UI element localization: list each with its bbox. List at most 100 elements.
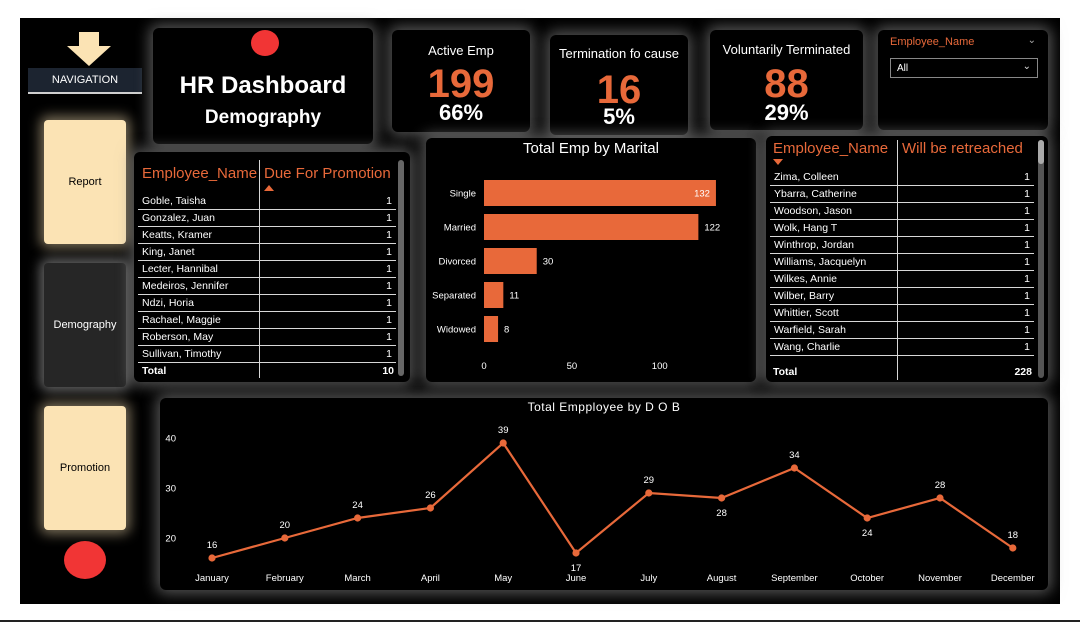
kpi-title: Voluntarily Terminated (722, 42, 851, 57)
retreach-table: Employee_Name Will be retreached Zima, C… (766, 136, 1048, 382)
table-row[interactable]: Gonzalez, Juan 1 (138, 210, 396, 227)
employee-name: Lecter, Hannibal (142, 263, 218, 275)
employee-name: Roberson, May (142, 331, 214, 343)
data-label: 29 (644, 475, 655, 486)
page-title: HR Dashboard (179, 72, 347, 99)
sort-ascending-icon[interactable] (264, 184, 274, 192)
series-line (211, 441, 1014, 560)
table-row[interactable]: Williams, Jacquelyn 1 (770, 254, 1034, 271)
x-tick-label: March (344, 573, 370, 584)
data-label: 132 (694, 189, 710, 200)
dashboard-canvas: NAVIGATION Report Demography Promotion H… (20, 18, 1060, 604)
table-row[interactable]: Rachael, Maggie 1 (138, 312, 396, 329)
employee-name: Whittier, Scott (774, 307, 839, 319)
total-label: Total (773, 366, 798, 378)
sort-descending-icon[interactable] (773, 158, 783, 166)
marital-bar-chart: Single 132 Married 122 Divorced 30 Separated 11… (432, 180, 720, 372)
category-label: Single (450, 189, 476, 200)
employee-name: Zima, Colleen (774, 171, 839, 183)
kpi-percent: 5% (603, 104, 635, 129)
table-row[interactable]: Wolk, Hang T 1 (770, 220, 1034, 237)
employee-name: Williams, Jacquelyn (774, 256, 867, 268)
slicer-dropdown[interactable]: All ⌄ (890, 58, 1038, 78)
category-label: Married (444, 223, 476, 234)
navigation-label: NAVIGATION (28, 68, 142, 94)
data-label: 8 (504, 325, 509, 336)
kpi-percent: 66% (438, 100, 484, 125)
table-row[interactable]: Medeiros, Jennifer 1 (138, 278, 396, 295)
scrollbar-thumb[interactable] (1038, 140, 1044, 164)
category-label: Widowed (437, 325, 476, 336)
column-header[interactable]: Will be retreached (902, 140, 1023, 157)
column-header[interactable]: Due For Promotion (264, 165, 391, 182)
row-value: 1 (1024, 290, 1030, 302)
table-row[interactable]: Lecter, Hannibal 1 (138, 261, 396, 278)
y-tick-label: 20 (165, 534, 176, 545)
status-dot-icon (64, 541, 106, 579)
x-tick-label: December (991, 573, 1035, 584)
slicer-title: Employee_Name (890, 36, 975, 48)
data-point (499, 439, 507, 447)
table-row[interactable]: Roberson, May 1 (138, 329, 396, 346)
table-row[interactable]: Zima, Colleen 1 (770, 169, 1034, 186)
kpi-title: Termination fo cause (559, 46, 679, 61)
nav-report-button[interactable]: Report (44, 120, 126, 244)
row-value: 1 (386, 229, 392, 241)
bar (484, 180, 716, 206)
table-row[interactable]: Wilber, Barry 1 (770, 288, 1034, 305)
kpi-title: Active Emp (428, 43, 494, 58)
employee-name: Woodson, Jason (774, 205, 853, 217)
nav-promotion-button[interactable]: Promotion (44, 406, 126, 530)
table-row[interactable]: Whittier, Scott 1 (770, 305, 1034, 322)
employee-name: Wilber, Barry (774, 290, 835, 302)
table-row[interactable]: Wang, Charlie 1 (770, 339, 1034, 356)
slicer-selected-value: All (897, 63, 909, 74)
table-row[interactable]: Sullivan, Timothy 1 (138, 346, 396, 363)
scrollbar[interactable] (1038, 140, 1044, 378)
row-value: 1 (386, 331, 392, 343)
row-value: 1 (386, 263, 392, 275)
table-row[interactable]: Ybarra, Catherine 1 (770, 186, 1034, 203)
chevron-down-icon[interactable]: ⌄ (1028, 35, 1036, 46)
row-value: 1 (386, 314, 392, 326)
total-value: 10 (382, 365, 394, 377)
table-row[interactable]: Warfield, Sarah 1 (770, 322, 1034, 339)
employee-name: King, Janet (142, 246, 195, 258)
table-row[interactable]: Goble, Taisha 1 (138, 193, 396, 210)
data-point (354, 514, 362, 522)
nav-demography-button[interactable]: Demography (44, 263, 126, 387)
x-tick-label: April (421, 573, 440, 584)
row-value: 1 (1024, 239, 1030, 251)
x-tick-label: November (918, 573, 962, 584)
data-point (208, 554, 216, 562)
data-point (572, 549, 580, 557)
table-row[interactable]: Wilkes, Annie 1 (770, 271, 1034, 288)
arrow-down-icon[interactable] (67, 32, 111, 66)
table-row[interactable]: Ndzi, Horia 1 (138, 295, 396, 312)
employee-name: Wolk, Hang T (774, 222, 838, 234)
data-label: 34 (789, 450, 800, 461)
column-header[interactable]: Employee_Name (773, 140, 888, 157)
promotion-table: Employee_Name Due For Promotion Goble, T… (134, 152, 410, 382)
table-row[interactable]: Keatts, Kramer 1 (138, 227, 396, 244)
category-label: Separated (432, 291, 476, 302)
column-header[interactable]: Employee_Name (142, 165, 257, 182)
scrollbar[interactable] (398, 160, 404, 376)
x-tick-label: 0 (481, 361, 486, 372)
row-value: 1 (386, 280, 392, 292)
x-tick-label: August (707, 573, 737, 584)
marital-chart: Total Emp by Marital Single 132 Married 122… (426, 138, 756, 382)
x-tick-label: January (195, 573, 229, 584)
table-row[interactable]: Winthrop, Jordan 1 (770, 237, 1034, 254)
data-point (936, 494, 944, 502)
employee-name: Sullivan, Timothy (142, 348, 222, 360)
dob-line-chart: 20 30 40 16 January 20 February 24 March 26 April 3… (165, 425, 1035, 584)
page-subtitle: Demography (204, 107, 322, 128)
table-row[interactable]: King, Janet 1 (138, 244, 396, 261)
row-value: 1 (386, 246, 392, 258)
table-row[interactable]: Woodson, Jason 1 (770, 203, 1034, 220)
data-label: 18 (1008, 530, 1019, 541)
row-value: 1 (1024, 273, 1030, 285)
data-point (645, 489, 653, 497)
kpi-percent: 29% (764, 100, 809, 125)
